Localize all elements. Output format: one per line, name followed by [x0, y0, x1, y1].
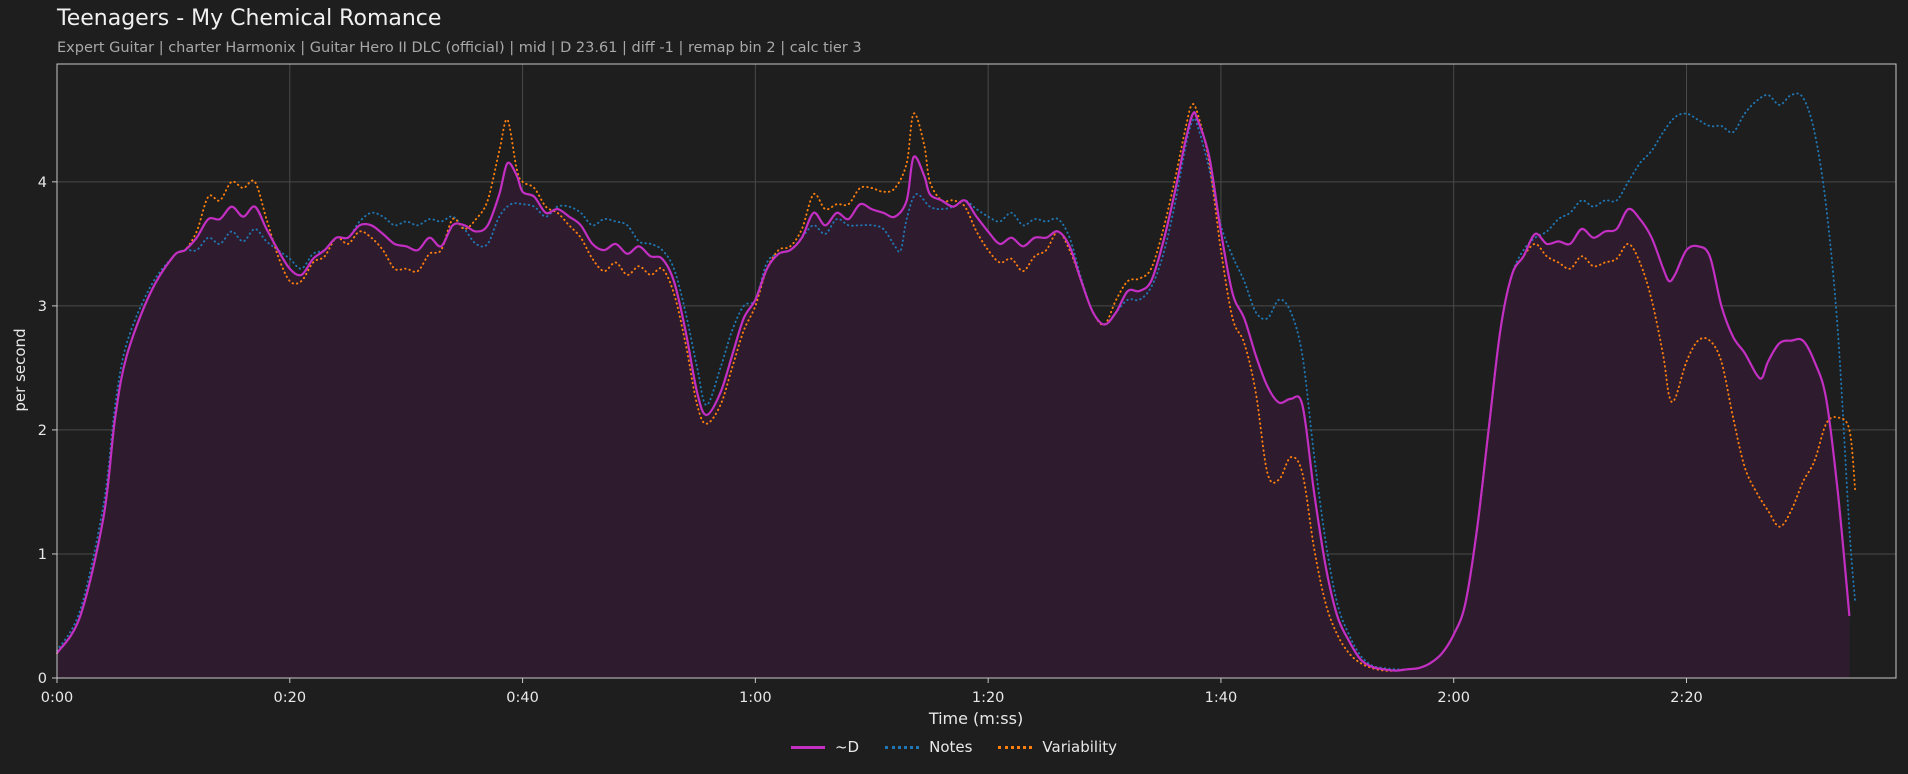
y-tick-label: 2: [38, 423, 47, 439]
x-tick-label: 2:00: [1437, 690, 1470, 706]
x-tick-label: 1:40: [1205, 690, 1238, 706]
y-tick-label: 4: [38, 175, 47, 191]
x-tick-label: 0:40: [506, 690, 539, 706]
area-fill: [57, 112, 1850, 678]
y-tick-label: 1: [38, 547, 47, 563]
y-tick-label: 0: [38, 671, 47, 687]
series-fill-d: [57, 112, 1850, 678]
x-tick-label: 1:20: [972, 690, 1005, 706]
legend-item: ~D: [790, 738, 860, 756]
legend-label: ~D: [834, 738, 860, 756]
chart-legend: ~D Notes Variability: [0, 736, 1908, 758]
y-axis-label: per second: [11, 328, 29, 411]
chart-svg: 0:00 0:20 0:40 1:00 1:20 1:40 2:00 2:20 0 1 2 3 4 Ti…: [11, 63, 1897, 728]
legend-item: Notes: [885, 738, 972, 756]
x-tick-label: 0:00: [41, 690, 74, 706]
legend-label: Variability: [1042, 738, 1118, 756]
x-axis-label: Time (m:ss): [928, 709, 1023, 728]
legend-swatch: [998, 745, 1033, 749]
x-tick-label: 0:20: [274, 690, 307, 706]
y-tick-label: 3: [38, 299, 47, 315]
x-tick-label: 1:00: [739, 690, 772, 706]
legend-swatch: [790, 745, 825, 749]
legend-label: Notes: [929, 738, 973, 756]
x-tick-label: 2:20: [1670, 690, 1703, 706]
legend-swatch: [885, 745, 920, 749]
legend-item: Variability: [998, 738, 1117, 756]
